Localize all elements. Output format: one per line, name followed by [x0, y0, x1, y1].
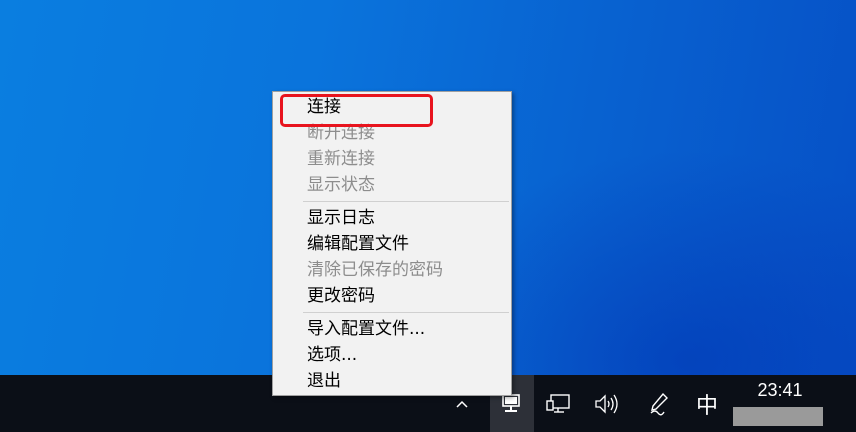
openvpn-context-menu: 连接 断开连接 重新连接 显示状态 显示日志 编辑配置文件 清除已保存的密码 更…: [272, 91, 512, 396]
volume-icon[interactable]: [592, 390, 622, 418]
annotation-highlight-box: [280, 94, 433, 127]
clock-time[interactable]: 23:41: [740, 380, 820, 401]
menu-separator: [303, 312, 509, 313]
network-icon[interactable]: [544, 390, 574, 418]
menu-item-change-password[interactable]: 更改密码: [307, 283, 375, 309]
clock-date-redacted[interactable]: [733, 407, 823, 426]
pen-icon[interactable]: [646, 390, 672, 418]
ime-indicator[interactable]: 中: [690, 390, 724, 419]
menu-item-clear-saved-passwords[interactable]: 清除已保存的密码: [307, 257, 443, 283]
menu-item-show-log[interactable]: 显示日志: [307, 205, 375, 231]
menu-item-reconnect[interactable]: 重新连接: [307, 146, 375, 172]
menu-separator: [303, 201, 509, 202]
menu-item-import-config[interactable]: 导入配置文件...: [307, 316, 425, 342]
menu-item-edit-config[interactable]: 编辑配置文件: [307, 231, 409, 257]
menu-item-exit[interactable]: 退出: [307, 368, 341, 394]
menu-item-show-status[interactable]: 显示状态: [307, 172, 375, 198]
menu-item-options[interactable]: 选项...: [307, 342, 357, 368]
